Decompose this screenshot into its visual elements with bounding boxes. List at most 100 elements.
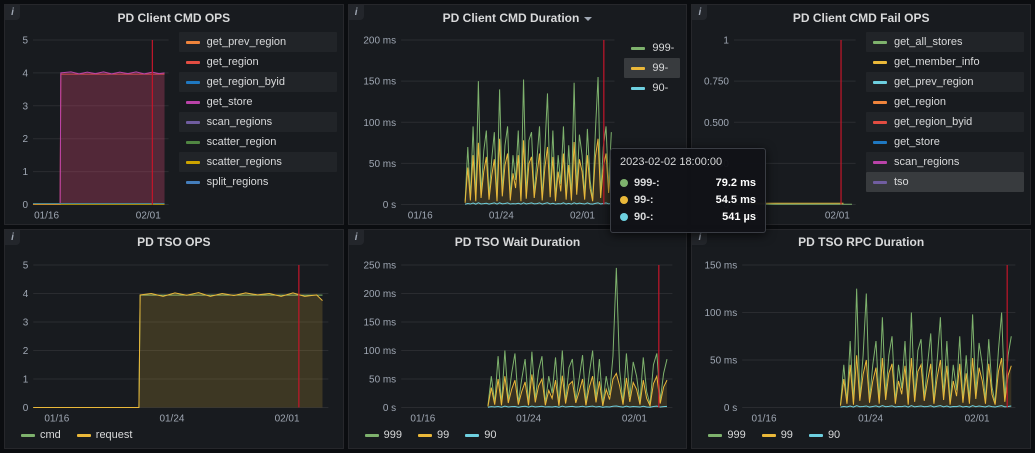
- series-color-swatch-icon: [186, 101, 200, 104]
- svg-text:100 ms: 100 ms: [705, 307, 738, 318]
- svg-text:5: 5: [22, 35, 28, 46]
- svg-text:01/16: 01/16: [44, 413, 69, 424]
- legend-item-get_region_byid[interactable]: get_region_byid: [179, 72, 337, 92]
- legend-item-999[interactable]: 999: [365, 429, 402, 441]
- panel-body: 01234501/1602/01 get_prev_regionget_regi…: [5, 30, 343, 224]
- legend-label: tso: [894, 176, 909, 188]
- legend-item-99[interactable]: 99: [418, 429, 449, 441]
- panel-body: 0 s50 ms100 ms150 ms200 ms250 ms01/1601/…: [349, 255, 687, 449]
- svg-text:01/24: 01/24: [858, 413, 883, 424]
- panel-header[interactable]: PD TSO OPS: [5, 230, 343, 255]
- tooltip-series-label: 999-:: [634, 177, 660, 189]
- svg-text:50 ms: 50 ms: [710, 355, 737, 366]
- legend-label: get_region: [894, 96, 946, 108]
- legend-item-get_region_byid[interactable]: get_region_byid: [866, 112, 1024, 132]
- panel-info-icon[interactable]: i: [349, 5, 364, 20]
- svg-text:01/16: 01/16: [752, 413, 777, 424]
- series-color-swatch-icon: [873, 61, 887, 64]
- legend-item-999[interactable]: 999: [708, 429, 745, 441]
- svg-text:150 ms: 150 ms: [363, 77, 396, 88]
- svg-text:0: 0: [23, 403, 29, 414]
- svg-text:50 ms: 50 ms: [369, 374, 396, 385]
- legend-item-split_regions[interactable]: split_regions: [179, 172, 337, 192]
- panel-header[interactable]: PD Client CMD Fail OPS: [692, 5, 1030, 30]
- panel-header[interactable]: PD TSO RPC Duration: [692, 230, 1030, 255]
- chart-pd-tso-rpc-duration[interactable]: 0 s50 ms100 ms150 ms01/1601/2402/01: [696, 255, 1026, 425]
- svg-text:0 s: 0 s: [724, 403, 737, 414]
- legend-item-scan_regions[interactable]: scan_regions: [866, 152, 1024, 172]
- panel-info-icon[interactable]: i: [5, 5, 20, 20]
- panel-title[interactable]: PD Client CMD Duration: [443, 11, 580, 25]
- panel-title[interactable]: PD TSO RPC Duration: [798, 235, 924, 249]
- tooltip-rows: 999-:79.2 ms99-:54.5 ms90-:541 µs: [620, 174, 756, 225]
- info-icon: i: [698, 232, 701, 243]
- legend-item-request[interactable]: request: [77, 429, 133, 441]
- svg-text:0 s: 0 s: [383, 403, 396, 414]
- legend-item-cmd[interactable]: cmd: [21, 429, 61, 441]
- legend-item-scan_regions[interactable]: scan_regions: [179, 112, 337, 132]
- legend-item-get_region[interactable]: get_region: [866, 92, 1024, 112]
- legend-item-get_store[interactable]: get_store: [179, 92, 337, 112]
- legend-item-get_prev_region[interactable]: get_prev_region: [866, 72, 1024, 92]
- svg-text:3: 3: [23, 317, 29, 328]
- panel-header[interactable]: PD TSO Wait Duration: [349, 230, 687, 255]
- panel-title[interactable]: PD TSO OPS: [137, 235, 210, 249]
- legend-item-99[interactable]: 99: [762, 429, 793, 441]
- legend-item-tso[interactable]: tso: [866, 172, 1024, 192]
- svg-text:0: 0: [22, 200, 28, 211]
- series-color-swatch-icon: [873, 121, 887, 124]
- chart-pd-tso-wait-duration[interactable]: 0 s50 ms100 ms150 ms200 ms250 ms01/1601/…: [353, 255, 683, 425]
- svg-text:1: 1: [724, 35, 730, 46]
- legend-label: cmd: [40, 429, 61, 441]
- legend-label: scan_regions: [207, 116, 272, 128]
- svg-text:02/01: 02/01: [570, 211, 595, 222]
- legend-item-get_prev_region[interactable]: get_prev_region: [179, 32, 337, 52]
- chart-pd-tso-ops[interactable]: 01234501/1601/2402/01: [9, 255, 339, 425]
- svg-text:4: 4: [22, 68, 28, 79]
- svg-text:4: 4: [23, 288, 29, 299]
- chart-pd-client-cmd-ops[interactable]: 01234501/1602/01: [9, 30, 179, 222]
- legend-item-scatter_regions[interactable]: scatter_regions: [179, 152, 337, 172]
- legend-pd-tso-rpc-duration: 9999990: [696, 424, 1026, 446]
- legend-item-get_member_info[interactable]: get_member_info: [866, 52, 1024, 72]
- series-color-swatch-icon: [873, 181, 887, 184]
- tooltip-series-value: 54.5 ms: [716, 194, 756, 206]
- legend-pd-tso-ops: cmd request: [9, 424, 339, 446]
- panel-info-icon[interactable]: i: [349, 230, 364, 245]
- panel-pd-tso-wait-duration: i PD TSO Wait Duration 0 s50 ms100 ms150…: [348, 229, 688, 450]
- legend-item-90-[interactable]: 90-: [624, 78, 680, 98]
- series-color-swatch-icon: [809, 434, 823, 437]
- legend-item-999-[interactable]: 999-: [624, 38, 680, 58]
- panel-title[interactable]: PD TSO Wait Duration: [455, 235, 581, 249]
- legend-label: get_prev_region: [894, 76, 974, 88]
- series-color-swatch-icon: [631, 67, 645, 70]
- legend-item-get_all_stores[interactable]: get_all_stores: [866, 32, 1024, 52]
- svg-text:100 ms: 100 ms: [363, 118, 396, 129]
- panel-info-icon[interactable]: i: [5, 230, 20, 245]
- legend-item-scatter_region[interactable]: scatter_region: [179, 132, 337, 152]
- svg-text:02/01: 02/01: [825, 211, 850, 222]
- legend-item-get_region[interactable]: get_region: [179, 52, 337, 72]
- chevron-down-icon[interactable]: [584, 17, 592, 21]
- legend-item-90[interactable]: 90: [465, 429, 496, 441]
- panel-title[interactable]: PD Client CMD Fail OPS: [793, 11, 930, 25]
- grafana-dashboard: i PD Client CMD OPS 01234501/1602/01 get…: [0, 0, 1035, 453]
- legend-item-get_store[interactable]: get_store: [866, 132, 1024, 152]
- panel-title[interactable]: PD Client CMD OPS: [117, 11, 230, 25]
- legend-label: get_all_stores: [894, 36, 963, 48]
- legend-item-99-[interactable]: 99-: [624, 58, 680, 78]
- legend-label: 99: [781, 429, 793, 441]
- legend-label: 99: [437, 429, 449, 441]
- panel-info-icon[interactable]: i: [692, 5, 707, 20]
- panel-header[interactable]: PD Client CMD OPS: [5, 5, 343, 30]
- info-icon: i: [355, 232, 358, 243]
- legend-item-90[interactable]: 90: [809, 429, 840, 441]
- panel-header[interactable]: PD Client CMD Duration: [349, 5, 687, 30]
- series-color-swatch-icon: [186, 181, 200, 184]
- chart-pd-client-cmd-duration[interactable]: 0 s50 ms100 ms150 ms200 ms01/1601/2402/0…: [353, 30, 625, 222]
- tooltip-series-value: 541 µs: [722, 211, 756, 223]
- svg-text:0 s: 0 s: [382, 200, 395, 211]
- svg-text:250 ms: 250 ms: [363, 260, 396, 271]
- panel-pd-tso-rpc-duration: i PD TSO RPC Duration 0 s50 ms100 ms150 …: [691, 229, 1031, 450]
- info-icon: i: [698, 7, 701, 18]
